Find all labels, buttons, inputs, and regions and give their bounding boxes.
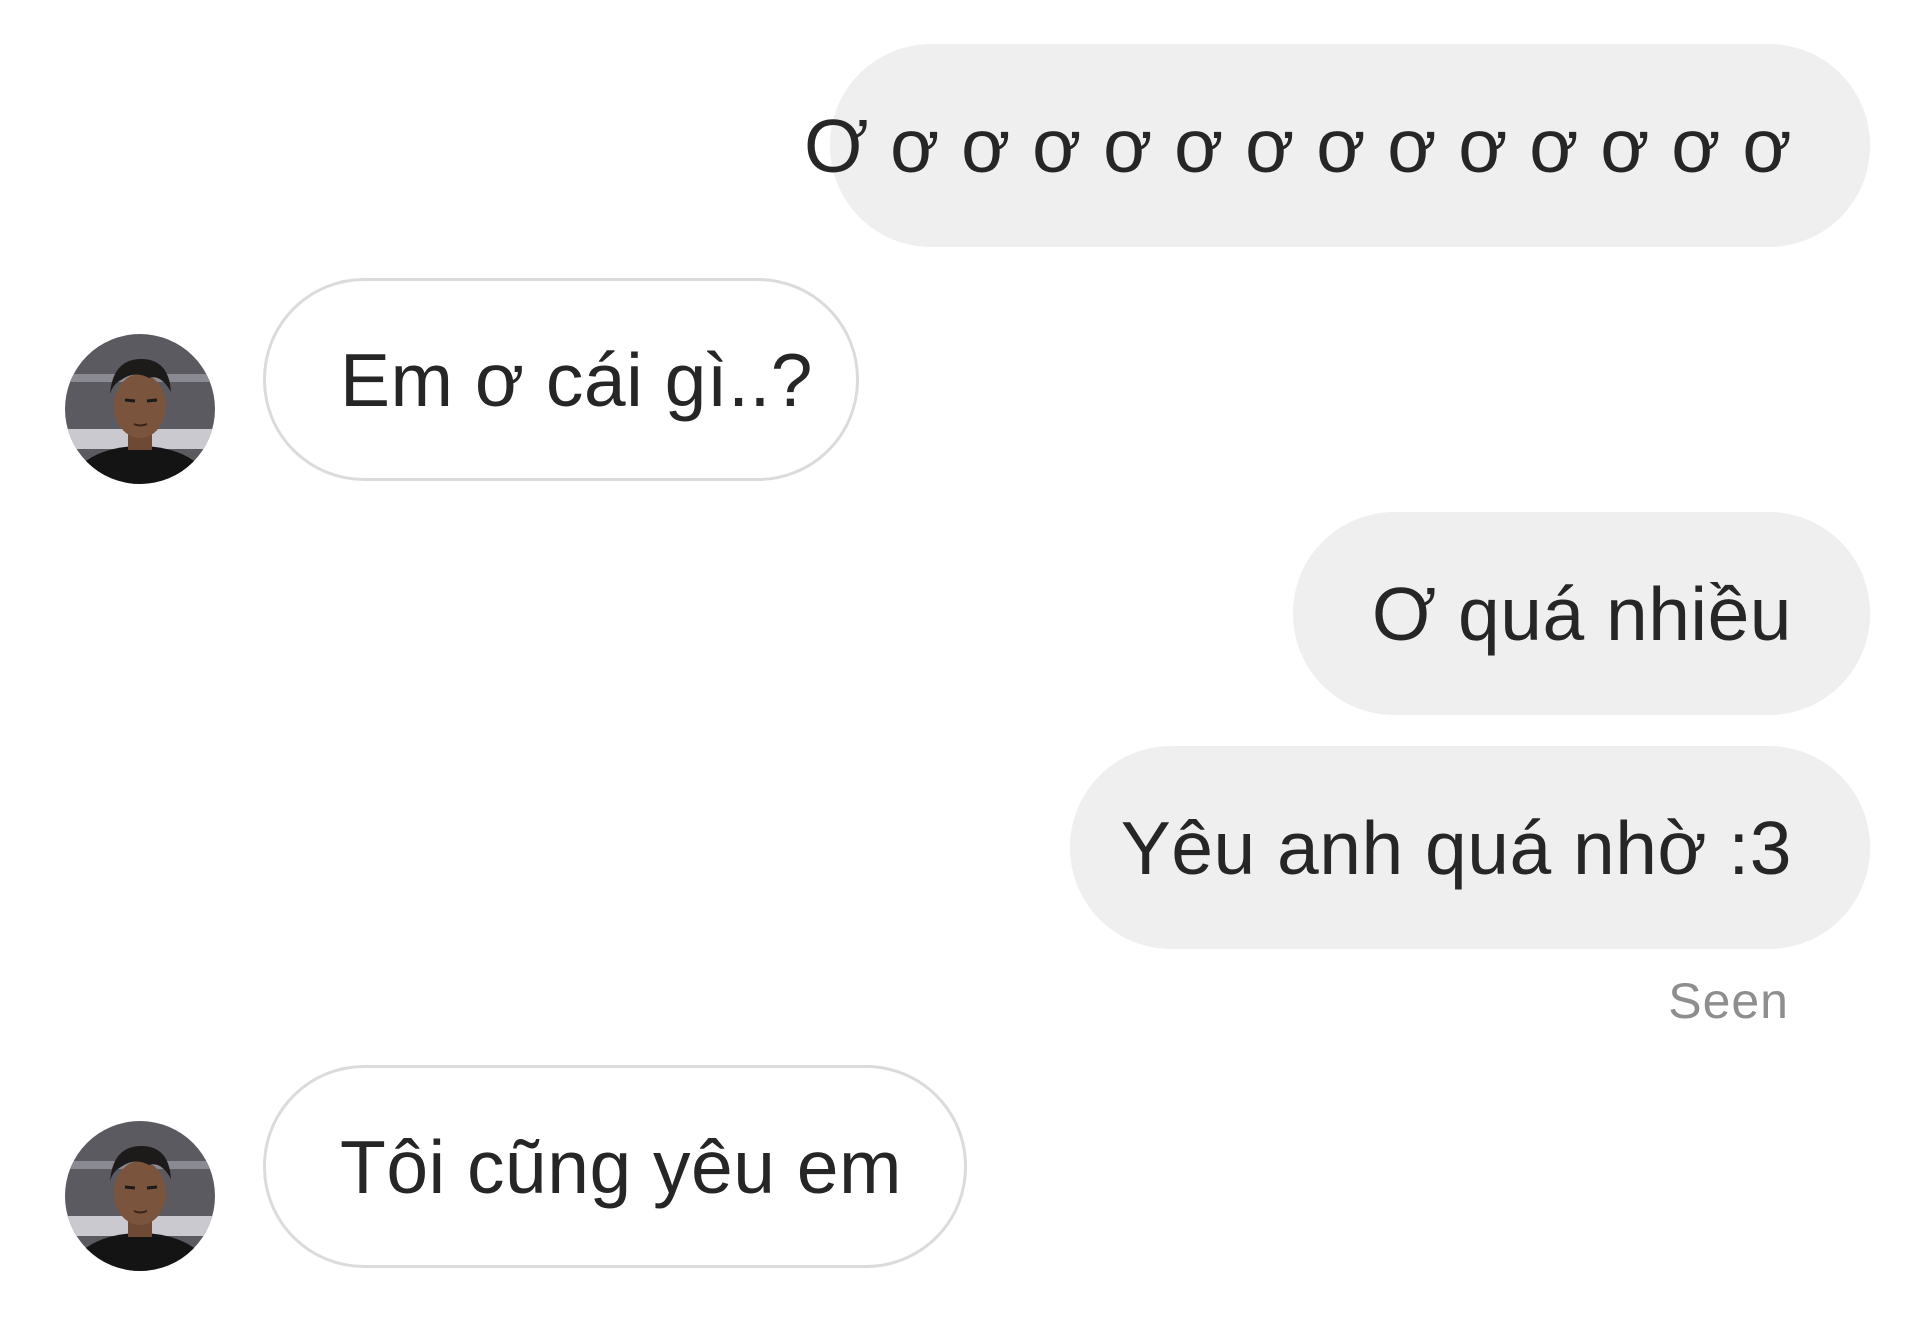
seen-indicator: Seen [1668, 973, 1789, 1029]
message-text: Yêu anh quá nhờ :3 [1120, 805, 1792, 890]
message-text: Ơ quá nhiều [1371, 571, 1792, 656]
message-text: Em ơ cái gì..? [340, 337, 814, 422]
message-bubble-received[interactable]: Em ơ cái gì..? [263, 278, 859, 481]
message-bubble-received[interactable]: Tôi cũng yêu em [263, 1065, 967, 1268]
contact-avatar-icon[interactable] [65, 334, 215, 484]
message-bubble-sent[interactable]: Yêu anh quá nhờ :3 [1070, 746, 1870, 949]
contact-avatar-icon[interactable] [65, 1121, 215, 1271]
message-text: Tôi cũng yêu em [340, 1124, 902, 1209]
message-bubble-sent[interactable]: Ơ quá nhiều [1293, 512, 1870, 715]
message-text: Ơ ơ ơ ơ ơ ơ ơ ơ ơ ơ ơ ơ ơ ơ [803, 103, 1792, 188]
message-bubble-sent[interactable]: Ơ ơ ơ ơ ơ ơ ơ ơ ơ ơ ơ ơ ơ ơ [804, 44, 1870, 247]
